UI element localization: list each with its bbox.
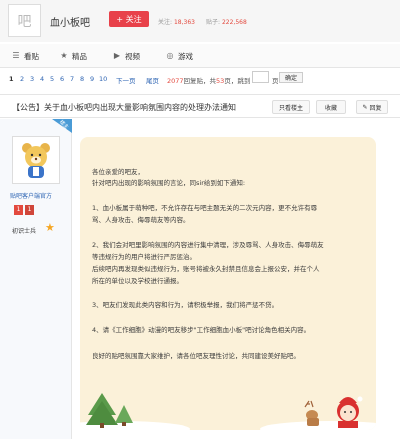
follow-stat-label: 关注: bbox=[158, 19, 173, 26]
tab-video[interactable]: ▶ 视频 bbox=[113, 44, 140, 68]
star-icon: ★ bbox=[60, 51, 68, 60]
page-jump-input[interactable] bbox=[252, 71, 269, 83]
next-page-link[interactable]: 下一页 bbox=[116, 75, 136, 85]
last-page-link[interactable]: 尾页 bbox=[146, 75, 159, 85]
notice-p2b: 等违规行为的用户将进行严厉惩治。 bbox=[92, 253, 196, 261]
page-text: 页，跳到 bbox=[224, 77, 251, 85]
gamepad-icon: ◎ bbox=[166, 51, 174, 60]
notice-p2a: 2、我们会对吧里影响氛围的内容进行集中清理，涉及辱骂、人身攻击、侮辱萌友 bbox=[92, 241, 324, 249]
page-link[interactable]: 10 bbox=[99, 75, 107, 83]
avatar[interactable] bbox=[12, 136, 60, 184]
notice-p4: 4、请《工作细胞》动漫的吧友移步"工作细胞血小板"吧讨论角色相关内容。 bbox=[92, 326, 311, 334]
notice-intro: 针对吧内出现的影响氛围的言论，同sir给到如下通知: bbox=[92, 179, 246, 187]
notice-p1a: 1、血小板属于萌种吧，不允许存在与吧主题无关的二次元内容，更不允许有辱 bbox=[92, 204, 318, 212]
tab-featured[interactable]: ★ 精品 bbox=[60, 44, 87, 68]
tab-posts[interactable]: ☰ 看贴 bbox=[12, 44, 39, 68]
notice-p2d: 所在的单位以及学校进行通报。 bbox=[92, 277, 183, 285]
reply-label: 回复 bbox=[369, 104, 382, 112]
post-stat-label: 贴子: bbox=[206, 19, 221, 26]
follow-count: 18,363 bbox=[173, 19, 195, 26]
tab-label: 看贴 bbox=[24, 51, 39, 61]
author-name-link[interactable]: 贴吧客户端官方 bbox=[10, 191, 52, 200]
page-jump-button[interactable]: 确定 bbox=[279, 72, 303, 83]
page-link[interactable]: 6 bbox=[60, 75, 64, 83]
post-stat: 贴子: 222,568 bbox=[206, 17, 247, 26]
forum-header: 吧 血小板吧 + 关注 关注: 18,363 贴子: 222,568 bbox=[0, 0, 400, 42]
tab-label: 游戏 bbox=[178, 51, 193, 61]
reply-icon: ✎ bbox=[362, 103, 368, 111]
member-badge: 1 bbox=[25, 205, 34, 215]
notice-card: 各位亲爱的吧友， 针对吧内出现的影响氛围的言论，同sir给到如下通知: 1、血小… bbox=[80, 137, 376, 430]
post-count: 222,568 bbox=[221, 19, 247, 26]
page-link[interactable]: 3 bbox=[30, 75, 34, 83]
notice-closing: 良好的贴吧氛围靠大家维护，请各位吧友理性讨论，共同建设美好贴吧。 bbox=[92, 352, 300, 360]
page-link[interactable]: 5 bbox=[50, 75, 54, 83]
page-link[interactable]: 4 bbox=[40, 75, 44, 83]
pagination: 1 2 3 4 5 6 7 8 9 10 下一页 尾页 2077回复贴，共53页… bbox=[0, 70, 400, 88]
page-link[interactable]: 9 bbox=[90, 75, 94, 83]
page-link[interactable]: 8 bbox=[80, 75, 84, 83]
only-author-button[interactable]: 只看楼主 bbox=[272, 100, 310, 114]
tab-games[interactable]: ◎ 游戏 bbox=[166, 44, 194, 68]
follow-stat: 关注: 18,363 bbox=[158, 17, 195, 26]
page-current: 1 bbox=[9, 75, 14, 83]
level-badge: 1 bbox=[14, 205, 23, 215]
notice-greeting: 各位亲爱的吧友， bbox=[92, 168, 144, 176]
forum-logo[interactable]: 吧 bbox=[8, 4, 41, 37]
tab-label: 视频 bbox=[125, 51, 140, 61]
post-title-bar: 【公告】关于血小板吧内出现大量影响氛围内容的处理办法通知 只看楼主 收藏 ✎ 回… bbox=[0, 94, 400, 118]
reply-count: 2077 bbox=[167, 77, 184, 85]
list-icon: ☰ bbox=[12, 51, 20, 60]
page-link[interactable]: 2 bbox=[20, 75, 24, 83]
collect-button[interactable]: 收藏 bbox=[316, 100, 346, 114]
reply-text: 回复贴，共 bbox=[183, 77, 217, 85]
rank-star-icon: ★ bbox=[45, 221, 55, 234]
tab-label: 精品 bbox=[72, 51, 87, 61]
notice-p3: 3、吧友们发现此类内容和行为，请积极举报，我们将严惩不贷。 bbox=[92, 301, 279, 309]
author-rank: 初识士兵 bbox=[12, 228, 37, 235]
forum-name[interactable]: 血小板吧 bbox=[50, 14, 90, 29]
reply-button[interactable]: ✎ 回复 bbox=[356, 100, 388, 114]
page-info: 2077回复贴，共53页，跳到 bbox=[167, 75, 250, 85]
bear-avatar-icon bbox=[22, 143, 50, 178]
follow-button[interactable]: + 关注 bbox=[109, 11, 149, 27]
forum-nav: ☰ 看贴 ★ 精品 ▶ 视频 ◎ 游戏 bbox=[0, 44, 400, 68]
page-link[interactable]: 7 bbox=[70, 75, 74, 83]
christmas-decoration bbox=[80, 393, 376, 430]
page-unit: 页 bbox=[272, 77, 279, 85]
notice-p2c: 后续吧内再发现类似违规行为，账号将被永久封禁且信息会上报公安，并在个人 bbox=[92, 265, 320, 273]
post-title: 【公告】关于血小板吧内出现大量影响氛围内容的处理办法通知 bbox=[12, 103, 236, 112]
video-icon: ▶ bbox=[113, 51, 121, 60]
notice-p1b: 骂、人身攻击、侮辱萌友等内容。 bbox=[92, 216, 190, 224]
